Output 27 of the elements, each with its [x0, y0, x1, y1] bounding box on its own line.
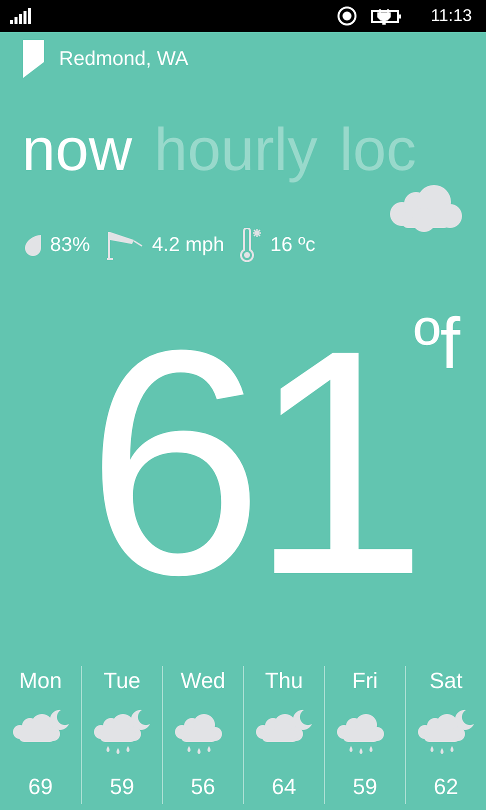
humidity-value: 83%	[50, 234, 90, 256]
forecast-day: Thu	[265, 668, 303, 694]
signal-icon	[10, 8, 32, 24]
current-temperature: 61	[86, 302, 414, 622]
battery-charging-icon	[370, 7, 403, 25]
forecast-day: Wed	[180, 668, 226, 694]
forecast-day: Sat	[429, 668, 463, 694]
forecast-temperature: 56	[190, 774, 216, 800]
forecast-day: Tue	[103, 668, 141, 694]
forecast-temperature: 64	[272, 774, 296, 800]
forecast-day: Mon	[19, 668, 62, 694]
bookmark-icon	[23, 40, 45, 78]
forecast-temperature: 62	[434, 774, 458, 800]
temperature-unit: ºf	[414, 308, 460, 380]
forecast-day: Fri	[352, 668, 378, 694]
feels-like-temperature: 16 ºc	[270, 234, 316, 256]
cloud-icon	[388, 184, 464, 234]
location-name: Redmond, WA	[59, 48, 188, 70]
wind-speed: 4.2 mph	[152, 234, 224, 256]
forecast-temperature: 59	[110, 774, 134, 800]
forecast-temperature: 59	[352, 774, 378, 800]
thermometer-icon	[240, 228, 262, 262]
pivot-tab[interactable]: now	[22, 114, 132, 186]
clock-time: 11:13	[430, 6, 472, 26]
forecast-temperature: 69	[28, 774, 53, 800]
record-icon	[336, 6, 357, 26]
droplet-icon	[24, 234, 42, 256]
